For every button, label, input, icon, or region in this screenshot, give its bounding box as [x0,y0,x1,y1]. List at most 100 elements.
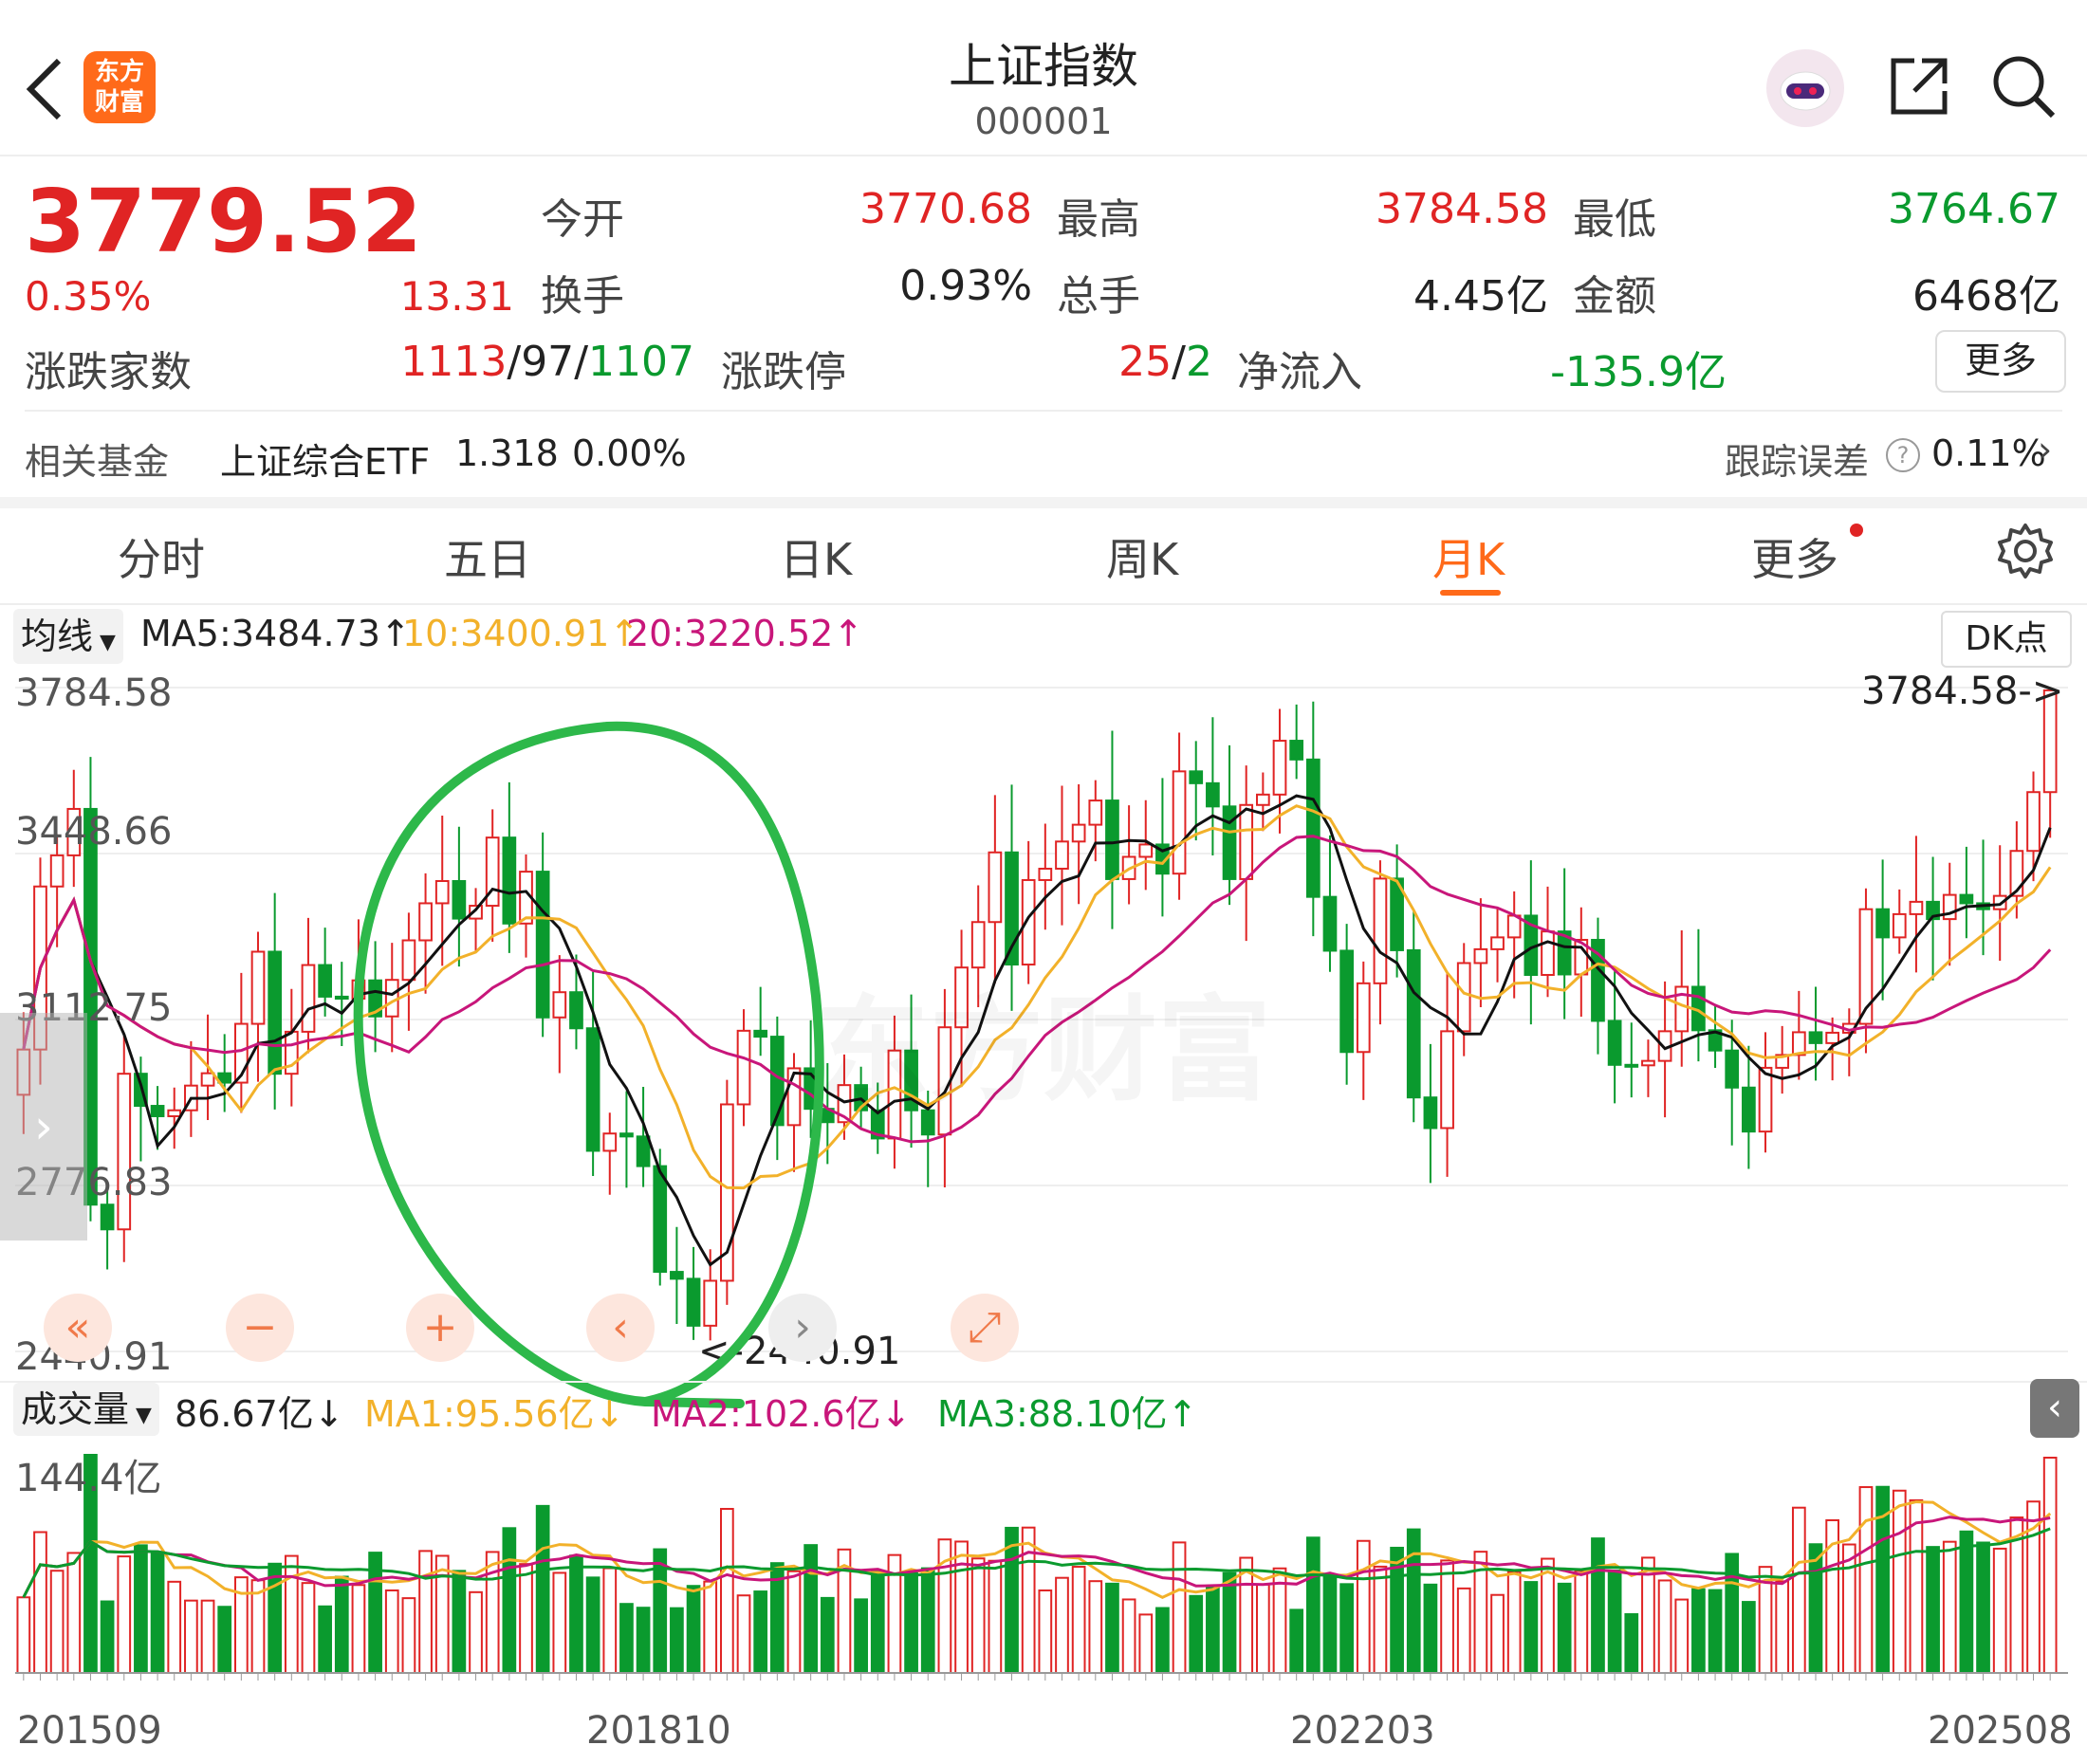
volume-bar [1574,1570,1589,1675]
volume-bar [519,1563,533,1675]
volume-bar [1356,1539,1371,1674]
volume-bar [904,1571,918,1674]
volume-bar [1791,1506,1806,1675]
volume-bar [1406,1528,1421,1674]
volume-bar [552,1571,567,1674]
volume-selector[interactable]: 成交量 ▼ [13,1383,159,1436]
volume-bar [1808,1543,1823,1674]
volume-bar [1607,1570,1622,1675]
volume-bar [401,1597,416,1674]
volume-bar [318,1605,332,1674]
volume-bar [1021,1526,1036,1674]
volume-current: 86.67亿↓ [175,1393,344,1435]
volume-bar [1775,1580,1790,1674]
volume-bar [720,1507,734,1674]
volume-bar [150,1553,165,1674]
volume-bar [16,1596,31,1674]
volume-bar [217,1606,232,1674]
volume-bar [803,1544,819,1674]
volume-bar [1976,1541,1990,1674]
volume-bar [1742,1601,1756,1674]
volume-bar [1138,1613,1154,1674]
collapse-panel-button[interactable]: ‹ [2030,1379,2079,1438]
volume-bar [1725,1553,1740,1674]
date-tick-1: 201509 [17,1709,162,1753]
volume-bar [418,1550,433,1674]
volume-bar [1088,1580,1103,1674]
volume-bar [686,1585,701,1675]
volume-bar [602,1567,618,1675]
volume-bar [1490,1593,1505,1674]
volume-bar [100,1600,115,1674]
volume-bar [452,1570,467,1674]
volume-bar [1222,1571,1237,1674]
volume-bar [1674,1598,1690,1675]
volume-bar [184,1599,198,1675]
volume-chart [15,1454,2068,1681]
volume-bar [1591,1537,1605,1675]
volume-max-label: 144.4亿 [15,1457,162,1500]
volume-bar [1624,1613,1639,1675]
volume-bar [134,1544,148,1674]
volume-bar [1155,1607,1170,1674]
volume-bar [585,1576,600,1674]
volume-bar [920,1567,935,1675]
volume-bar [1456,1587,1471,1675]
volume-bar [535,1504,550,1674]
volume-bar [1189,1594,1204,1674]
volume-bar [1942,1540,1957,1674]
volume-bar [619,1603,634,1674]
volume-bar [870,1570,885,1675]
volume-bar [1071,1566,1086,1674]
volume-bar [1440,1559,1454,1674]
volume-ma3: MA3:88.10亿↑ [937,1393,1198,1435]
volume-bar [200,1599,215,1674]
volume-bar [636,1607,651,1675]
volume-bar [753,1590,768,1674]
volume-bar [434,1554,450,1674]
volume-bar [988,1559,1003,1674]
volume-bar [1691,1588,1706,1674]
volume-bar [1373,1565,1388,1674]
volume-bar [1541,1557,1555,1674]
volume-bar [268,1562,283,1674]
volume-bar [954,1540,969,1675]
volume-bar [1038,1589,1053,1674]
volume-bar [384,1589,399,1674]
volume-bar [167,1580,182,1675]
volume-bar [502,1527,517,1674]
volume-bar [469,1590,483,1674]
volume-bar [703,1580,718,1674]
volume-bar [970,1557,986,1674]
volume-bar [1005,1526,1019,1674]
volume-bar [1959,1530,1974,1674]
volume-bar [854,1598,868,1674]
volume-bar [33,1531,47,1674]
volume-bar [1055,1576,1069,1674]
volume-bar [1305,1536,1321,1674]
volume-bar [117,1555,132,1674]
volume-bar [1858,1486,1874,1674]
volume-bar [49,1570,65,1674]
volume-bar [1255,1583,1270,1674]
volume-bar [1289,1608,1304,1675]
volume-bar [670,1607,684,1674]
volume-bar [1121,1598,1136,1675]
volume-ma1-line [22,1500,2052,1599]
volume-bar [1841,1543,1856,1674]
volume-selector-label: 成交量 [21,1388,130,1430]
volume-bar [1557,1582,1572,1674]
volume-bar [736,1594,751,1674]
volume-bar [1708,1589,1723,1674]
volume-bar [1926,1546,1940,1674]
volume-bar [1892,1489,1907,1674]
volume-bar [2042,1456,2058,1674]
volume-ma1: MA1:95.56亿↓ [364,1393,625,1435]
volume-bar [284,1554,299,1674]
volume-bar [1992,1547,2007,1674]
volume-bar [1339,1583,1354,1674]
volume-ma2: MA2:102.6亿↓ [651,1393,912,1435]
volume-bar [1423,1583,1438,1674]
volume-bar [334,1575,349,1674]
volume-bar [1524,1581,1539,1674]
